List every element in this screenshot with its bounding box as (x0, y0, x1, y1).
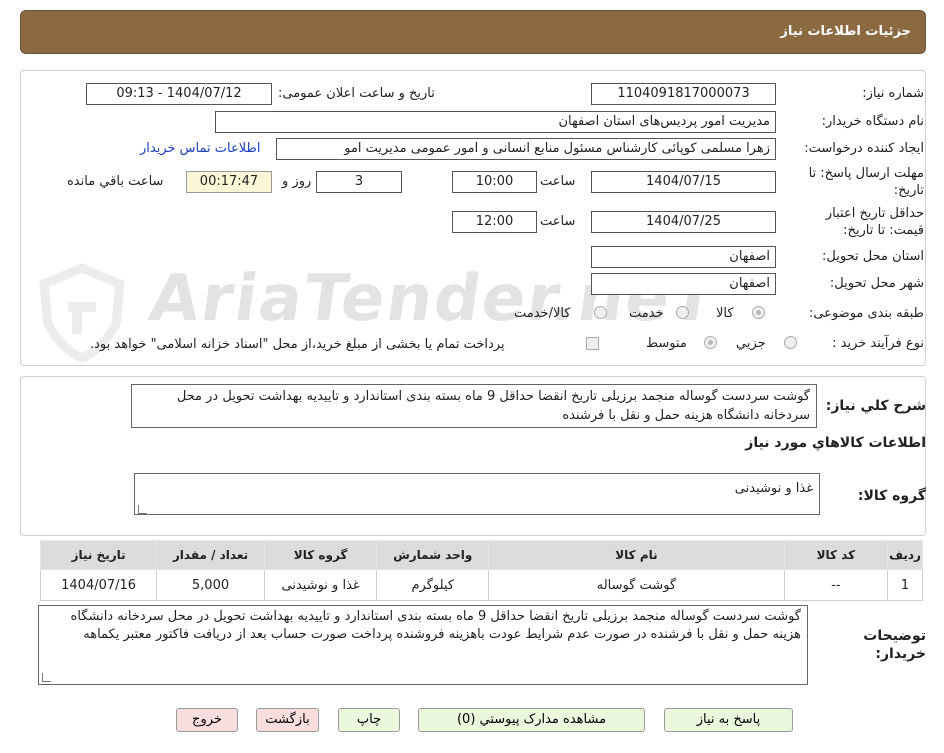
validity-date-field[interactable]: 1404/07/25 (591, 211, 776, 233)
category-label: طبقه بندی موضوعی: (808, 306, 924, 321)
process-label: نوع فرآیند خرید : (832, 336, 924, 351)
category-radio-goods[interactable] (752, 306, 765, 319)
goods-group-textbox[interactable]: غذا و نوشیدنی (134, 473, 820, 515)
deadline-date-field[interactable]: 1404/07/15 (591, 171, 776, 193)
col-header-row-number: رديف (887, 540, 923, 570)
table-header-row: رديف کد کالا نام کالا واحد شمارش گروه کا… (39, 540, 923, 570)
items-table: رديف کد کالا نام کالا واحد شمارش گروه کا… (39, 540, 923, 601)
process-radio-minor[interactable] (784, 336, 797, 349)
category-radio-service[interactable] (676, 306, 689, 319)
col-header-goods-group: گروه کالا (263, 540, 378, 570)
category-radio-goods-service[interactable] (594, 306, 607, 319)
view-attachments-button[interactable]: مشاهده مدارک پیوستي (0) (418, 708, 645, 732)
deadline-time-field[interactable]: 10:00 (452, 171, 537, 193)
col-header-unit: واحد شمارش (376, 540, 490, 570)
buyer-notes-label-1: توضيحات (863, 628, 926, 644)
remaining-label: ساعت باقي مانده (67, 174, 164, 189)
cell-row-number: 1 (887, 569, 923, 601)
announce-field[interactable]: 1404/07/12 - 09:13 (86, 83, 272, 105)
buyer-notes-textbox[interactable]: گوشت سردست گوساله منجمد برزیلی تاریخ انق… (38, 605, 808, 685)
remaining-time-field: 00:17:47 (186, 171, 272, 193)
summary-label: شرح كلي نياز: (825, 398, 926, 414)
treasury-checkbox[interactable] (586, 337, 599, 350)
creator-field[interactable]: زهرا مسلمی کوپائی کارشناس مسئول منابع ان… (276, 138, 776, 160)
creator-label: ایجاد کننده درخواست: (804, 141, 924, 156)
cell-goods-group: غذا و نوشیدنی (263, 569, 378, 601)
process-option-minor: جزیي (736, 336, 766, 351)
deadline-label-1: مهلت ارسال پاسخ: تا (808, 166, 924, 181)
deadline-label-2: تاریخ: (893, 183, 924, 198)
exit-button[interactable]: خروج (176, 708, 238, 732)
cell-item-code: -- (783, 569, 889, 601)
process-option-medium: متوسط (646, 336, 687, 351)
category-option-service: خدمت (629, 306, 664, 321)
category-option-goods-service: کالا/خدمت (514, 306, 571, 321)
payment-note: پرداخت تمام یا بخشی از مبلغ خرید،از محل … (90, 337, 505, 352)
back-button[interactable]: بازگشت (256, 708, 319, 732)
buyer-notes-label-2: خريدار: (875, 646, 926, 662)
page-header: جزئیات اطلاعات نیاز (20, 10, 926, 54)
cell-quantity: 5,000 (156, 569, 265, 601)
city-field[interactable]: اصفهان (591, 273, 776, 295)
cell-need-date: 1404/07/16 (39, 569, 158, 601)
category-option-goods: کالا (716, 306, 734, 321)
province-label: استان محل تحویل: (822, 249, 924, 264)
buyer-field[interactable]: مدیریت امور پردیس‌های استان اصفهان (215, 111, 776, 133)
validity-label-2: قیمت: تا تاریخ: (843, 223, 924, 238)
col-header-need-date: تاريخ نياز (39, 540, 158, 570)
goods-info-title: اطلاعات کالاهاي مورد نياز (745, 435, 926, 451)
validity-label-1: حداقل تاریخ اعتبار (825, 206, 924, 221)
announce-label: تاریخ و ساعت اعلان عمومی: (278, 86, 435, 101)
cell-item-name: گوشت گوساله (488, 569, 785, 601)
goods-group-label: گروه کالا: (857, 488, 926, 504)
deadline-time-label: ساعت (540, 174, 576, 189)
process-radio-medium[interactable] (704, 336, 717, 349)
reply-to-need-button[interactable]: پاسخ به نیاز (664, 708, 793, 732)
city-label: شهر محل تحویل: (829, 276, 924, 291)
province-field[interactable]: اصفهان (591, 246, 776, 268)
validity-time-label: ساعت (540, 214, 576, 229)
col-header-item-name: نام کالا (488, 540, 785, 570)
need-number-field[interactable]: 1104091817000073 (591, 83, 776, 105)
resize-grip-icon (138, 505, 147, 514)
days-field[interactable]: 3 (316, 171, 402, 193)
col-header-item-code: کد کالا (783, 540, 889, 570)
validity-time-field[interactable]: 12:00 (452, 211, 537, 233)
days-label: روز و (282, 174, 312, 189)
summary-textbox[interactable]: گوشت سردست گوساله منجمد برزیلی تاریخ انق… (131, 384, 817, 428)
col-header-quantity: تعداد / مقدار (156, 540, 265, 570)
need-number-label: شماره نیاز: (862, 86, 924, 101)
notes-resize-grip-icon (42, 673, 51, 682)
page-title: جزئیات اطلاعات نیاز (780, 24, 911, 39)
table-row[interactable]: 1 -- گوشت گوساله کیلوگرم غذا و نوشیدنی 5… (39, 569, 923, 601)
cell-unit: کیلوگرم (376, 569, 490, 601)
print-button[interactable]: چاپ (338, 708, 400, 732)
buyer-label: نام دستگاه خریدار: (821, 114, 924, 129)
buyer-contact-link[interactable]: اطلاعات تماس خریدار (140, 141, 260, 156)
